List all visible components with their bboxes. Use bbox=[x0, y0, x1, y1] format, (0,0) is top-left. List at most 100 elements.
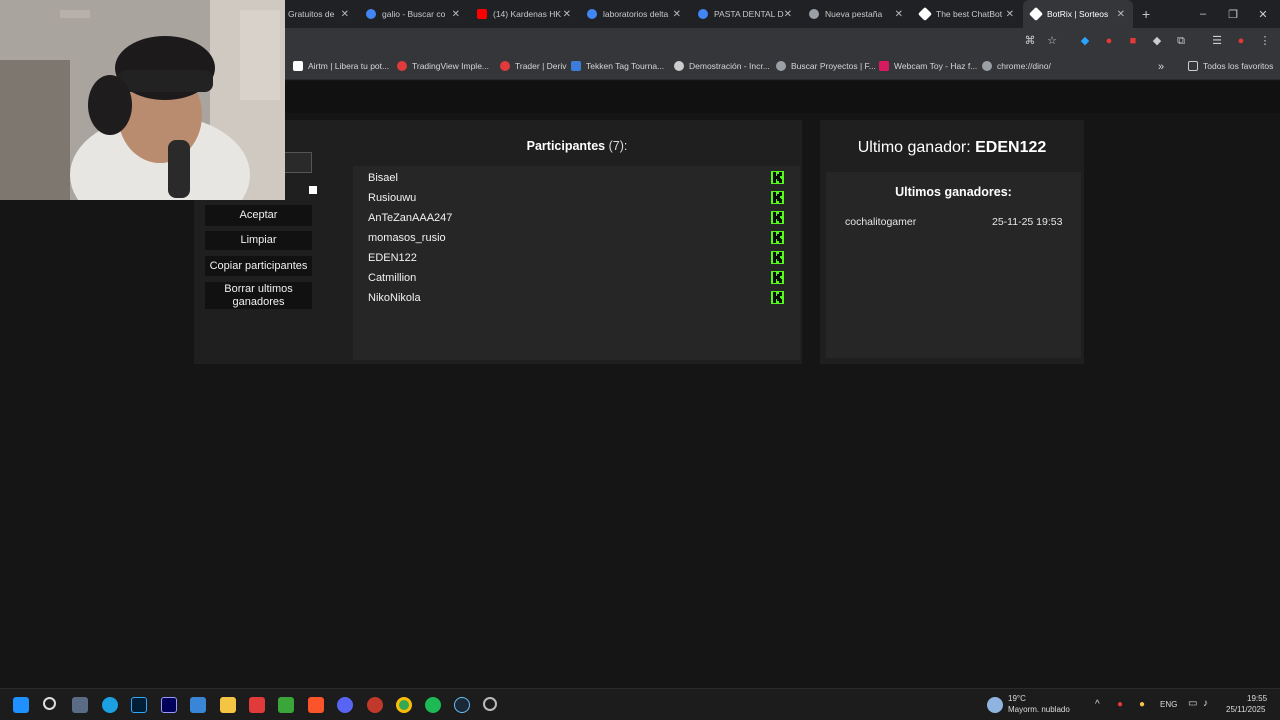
network-icon[interactable]: ▭ bbox=[1188, 698, 1197, 709]
spotify-icon[interactable] bbox=[425, 697, 441, 713]
clock-time[interactable]: 19:55 bbox=[1247, 694, 1267, 703]
browser-tab[interactable]: PASTA DENTAL D ✕ bbox=[690, 0, 800, 28]
store-icon[interactable] bbox=[190, 697, 206, 713]
obs-icon[interactable] bbox=[483, 697, 497, 711]
tab-title: Gratuitos de bbox=[288, 9, 335, 19]
bookmark-label: Demostración - Incr... bbox=[689, 61, 770, 71]
volume-icon[interactable]: ♪ bbox=[1203, 698, 1208, 709]
restore-icon[interactable]: ❐ bbox=[1216, 0, 1250, 28]
deriv-app-icon[interactable] bbox=[249, 697, 265, 713]
browser-tab[interactable]: (14) Kardenas HK ✕ bbox=[469, 0, 579, 28]
bookmark-item[interactable]: chrome://dino/ bbox=[982, 61, 1051, 71]
bookmarks-overflow-icon[interactable]: » bbox=[1158, 61, 1164, 73]
close-icon[interactable]: ✕ bbox=[1006, 9, 1014, 20]
tab-title: galio - Buscar co bbox=[382, 9, 446, 19]
bookmark-label: TradingView Imple... bbox=[412, 61, 490, 71]
kick-icon bbox=[771, 251, 784, 264]
browser-tab[interactable]: Gratuitos de ✕ bbox=[280, 0, 357, 28]
close-icon[interactable]: ✕ bbox=[1117, 9, 1125, 20]
close-icon[interactable]: ✕ bbox=[452, 9, 460, 20]
language-indicator[interactable]: ENG bbox=[1160, 700, 1177, 709]
bookmark-item[interactable]: Webcam Toy - Haz f... bbox=[879, 61, 977, 71]
steam-icon[interactable] bbox=[454, 697, 470, 713]
webcam-overlay bbox=[0, 0, 285, 200]
youtube-icon bbox=[477, 9, 487, 19]
chrome-icon[interactable] bbox=[396, 697, 412, 713]
tab-search-icon[interactable]: ☰ bbox=[1210, 34, 1224, 48]
keyword-input[interactable] bbox=[282, 152, 312, 173]
star-icon[interactable]: ☆ bbox=[1045, 34, 1059, 48]
bookmark-label: Trader | Deriv bbox=[515, 61, 567, 71]
bookmark-label: Airtm | Libera tu pot... bbox=[308, 61, 390, 71]
google-icon bbox=[587, 9, 597, 19]
bookmark-item[interactable]: Demostración - Incr... bbox=[674, 61, 770, 71]
close-icon[interactable]: ✕ bbox=[784, 9, 792, 20]
discord-icon[interactable] bbox=[337, 697, 353, 713]
plus-icon: + bbox=[1142, 6, 1151, 22]
tray-mic-icon[interactable]: ● bbox=[1139, 699, 1145, 710]
botrix-icon bbox=[917, 6, 933, 22]
browser-tab[interactable]: laboratorios delta ✕ bbox=[579, 0, 689, 28]
puzzle-icon[interactable]: ⧉ bbox=[1174, 34, 1188, 48]
search-icon[interactable] bbox=[43, 697, 56, 710]
extension-icon[interactable]: ■ bbox=[1126, 34, 1140, 48]
participants-list bbox=[353, 166, 800, 360]
browser-tab[interactable]: Nueva pestaña ✕ bbox=[801, 0, 911, 28]
browser-tab-active[interactable]: BotRix | Sorteos ✕ bbox=[1023, 0, 1133, 28]
close-icon[interactable]: ✕ bbox=[341, 9, 349, 20]
avatar[interactable]: ● bbox=[1234, 34, 1248, 48]
tray-app-icon[interactable]: ● bbox=[1117, 699, 1123, 710]
last-winner-label: Ultimo ganador: bbox=[857, 139, 971, 156]
browser-tab[interactable]: The best ChatBot ✕ bbox=[912, 0, 1022, 28]
accept-button[interactable]: Aceptar bbox=[205, 205, 312, 226]
bookmark-item[interactable]: Buscar Proyectos | F... bbox=[776, 61, 876, 71]
opera-icon[interactable] bbox=[367, 697, 383, 713]
bookmark-item[interactable]: Trader | Deriv bbox=[500, 61, 567, 71]
bookmark-item[interactable]: TradingView Imple... bbox=[397, 61, 489, 71]
translate-icon[interactable]: ⌘ bbox=[1023, 34, 1037, 48]
delete-winners-button[interactable]: Borrar ultimos ganadores bbox=[205, 282, 312, 309]
clear-button[interactable]: Limpiar bbox=[205, 231, 312, 250]
bookmark-label: chrome://dino/ bbox=[997, 61, 1051, 71]
minecraft-icon[interactable] bbox=[278, 697, 294, 713]
extension-icon[interactable]: ◆ bbox=[1150, 34, 1164, 48]
tab-title: The best ChatBot bbox=[936, 9, 1003, 19]
google-icon bbox=[698, 9, 708, 19]
clock-date[interactable]: 25/11/2025 bbox=[1226, 705, 1265, 714]
extension-icon[interactable]: ◆ bbox=[1078, 34, 1092, 48]
close-icon[interactable]: ✕ bbox=[673, 9, 681, 20]
photoshop-icon[interactable] bbox=[131, 697, 147, 713]
edge-icon[interactable] bbox=[102, 697, 118, 713]
kick-icon bbox=[771, 291, 784, 304]
kick-icon bbox=[771, 171, 784, 184]
file-explorer-icon[interactable] bbox=[220, 697, 236, 713]
copy-participants-button[interactable]: Copiar participantes bbox=[205, 256, 312, 276]
all-bookmarks-button[interactable]: Todos los favoritos bbox=[1188, 61, 1273, 71]
tab-title: BotRix | Sorteos bbox=[1047, 9, 1109, 19]
close-icon[interactable]: ✕ bbox=[563, 9, 571, 20]
close-icon[interactable]: ✕ bbox=[895, 9, 903, 20]
kick-icon bbox=[771, 211, 784, 224]
tab-title: laboratorios delta bbox=[603, 9, 669, 19]
new-tab-button[interactable]: + bbox=[1134, 0, 1154, 28]
participant-name: momasos_rusio bbox=[368, 232, 446, 244]
bookmark-item[interactable]: Tekken Tag Tourna... bbox=[571, 61, 664, 71]
extension-icon[interactable]: ● bbox=[1102, 34, 1116, 48]
participant-name: NikoNikola bbox=[368, 292, 421, 304]
chevron-up-icon[interactable]: ^ bbox=[1095, 699, 1100, 710]
option-checkbox[interactable] bbox=[309, 186, 317, 194]
task-view-icon[interactable] bbox=[72, 697, 88, 713]
participants-title-text: Participantes bbox=[526, 139, 606, 153]
window-close-icon[interactable]: ✕ bbox=[1246, 0, 1280, 28]
minimize-icon[interactable]: – bbox=[1186, 0, 1220, 28]
bookmark-label: Todos los favoritos bbox=[1203, 61, 1274, 71]
brave-icon[interactable] bbox=[308, 697, 324, 713]
premiere-icon[interactable] bbox=[161, 697, 177, 713]
browser-tab[interactable]: galio - Buscar co ✕ bbox=[358, 0, 468, 28]
weather-desc: Mayorm. nublado bbox=[1008, 705, 1070, 714]
bookmark-item[interactable]: Airtm | Libera tu pot... bbox=[293, 61, 389, 71]
menu-dots-icon[interactable]: ⋮ bbox=[1258, 34, 1272, 48]
deriv-icon bbox=[397, 61, 407, 71]
participants-title: Participantes (7): bbox=[352, 139, 802, 153]
windows-start-icon[interactable] bbox=[13, 697, 29, 713]
